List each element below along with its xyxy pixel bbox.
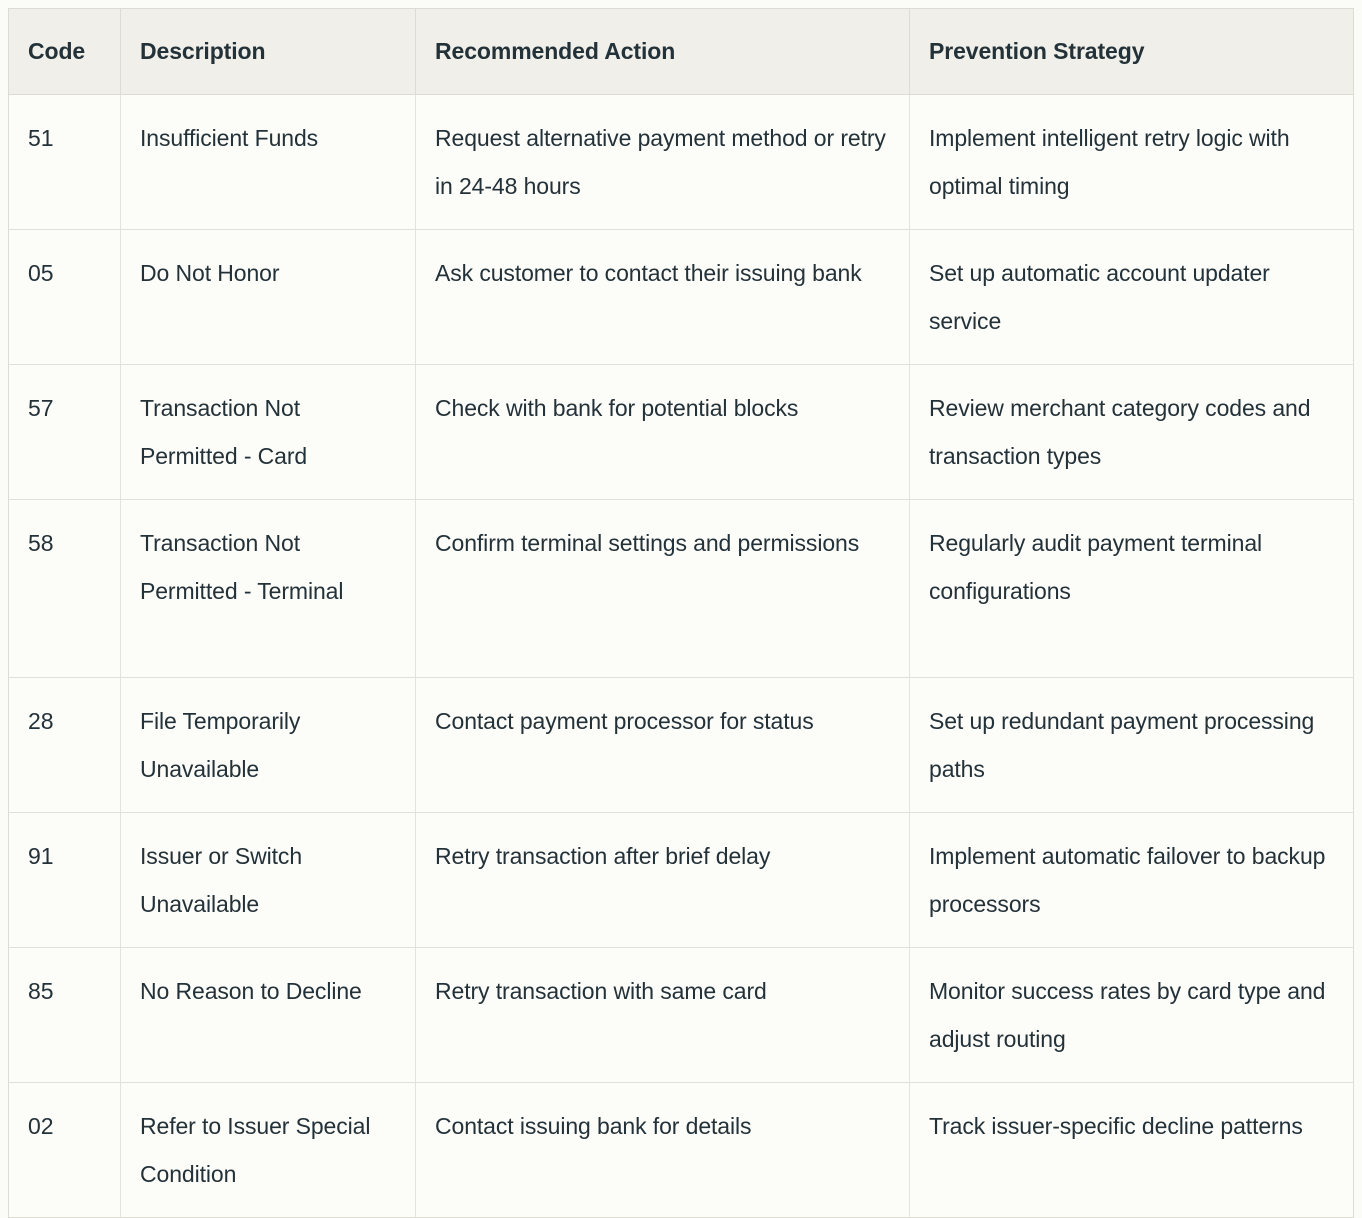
cell-action: Retry transaction with same card xyxy=(415,947,910,1083)
cell-description: Refer to Issuer Special Condition xyxy=(120,1082,416,1218)
card-decline-code-table: Code Description Recommended Action Prev… xyxy=(8,8,1354,1218)
cell-action: Contact issuing bank for details xyxy=(415,1082,910,1218)
cell-code: 28 xyxy=(8,677,121,813)
table-header: Code Description Recommended Action Prev… xyxy=(8,8,1354,95)
cell-action: Check with bank for potential blocks xyxy=(415,364,910,500)
column-header-prevention: Prevention Strategy xyxy=(909,8,1354,95)
cell-prevention: Set up automatic account updater service xyxy=(909,229,1354,365)
column-header-description: Description xyxy=(120,8,416,95)
column-header-code: Code xyxy=(8,8,121,95)
cell-action: Confirm terminal settings and permission… xyxy=(415,499,910,678)
table-row: 58 Transaction Not Permitted - Terminal … xyxy=(8,499,1354,678)
table-row: 91 Issuer or Switch Unavailable Retry tr… xyxy=(8,812,1354,948)
cell-code: 85 xyxy=(8,947,121,1083)
table-row: 02 Refer to Issuer Special Condition Con… xyxy=(8,1082,1354,1218)
cell-prevention: Implement automatic failover to backup p… xyxy=(909,812,1354,948)
cell-description: Do Not Honor xyxy=(120,229,416,365)
cell-prevention: Set up redundant payment processing path… xyxy=(909,677,1354,813)
table-row: 85 No Reason to Decline Retry transactio… xyxy=(8,947,1354,1083)
cell-description: No Reason to Decline xyxy=(120,947,416,1083)
cell-description: Transaction Not Permitted - Terminal xyxy=(120,499,416,678)
table-row: 05 Do Not Honor Ask customer to contact … xyxy=(8,229,1354,365)
table-body: 51 Insufficient Funds Request alternativ… xyxy=(8,94,1354,1218)
cell-prevention: Monitor success rates by card type and a… xyxy=(909,947,1354,1083)
table-row: 28 File Temporarily Unavailable Contact … xyxy=(8,677,1354,813)
cell-prevention: Review merchant category codes and trans… xyxy=(909,364,1354,500)
cell-prevention: Track issuer-specific decline patterns xyxy=(909,1082,1354,1218)
cell-code: 57 xyxy=(8,364,121,500)
cell-code: 05 xyxy=(8,229,121,365)
cell-description: Insufficient Funds xyxy=(120,94,416,230)
cell-description: File Temporarily Unavailable xyxy=(120,677,416,813)
cell-description: Transaction Not Permitted - Card xyxy=(120,364,416,500)
cell-code: 51 xyxy=(8,94,121,230)
cell-prevention: Regularly audit payment terminal configu… xyxy=(909,499,1354,678)
cell-prevention: Implement intelligent retry logic with o… xyxy=(909,94,1354,230)
cell-action: Retry transaction after brief delay xyxy=(415,812,910,948)
page-container: Code Description Recommended Action Prev… xyxy=(0,0,1362,1218)
cell-action: Request alternative payment method or re… xyxy=(415,94,910,230)
cell-description: Issuer or Switch Unavailable xyxy=(120,812,416,948)
cell-action: Contact payment processor for status xyxy=(415,677,910,813)
table-row: 51 Insufficient Funds Request alternativ… xyxy=(8,94,1354,230)
table-header-row: Code Description Recommended Action Prev… xyxy=(8,8,1354,95)
table-row: 57 Transaction Not Permitted - Card Chec… xyxy=(8,364,1354,500)
cell-code: 91 xyxy=(8,812,121,948)
column-header-action: Recommended Action xyxy=(415,8,910,95)
cell-code: 58 xyxy=(8,499,121,678)
cell-action: Ask customer to contact their issuing ba… xyxy=(415,229,910,365)
cell-code: 02 xyxy=(8,1082,121,1218)
